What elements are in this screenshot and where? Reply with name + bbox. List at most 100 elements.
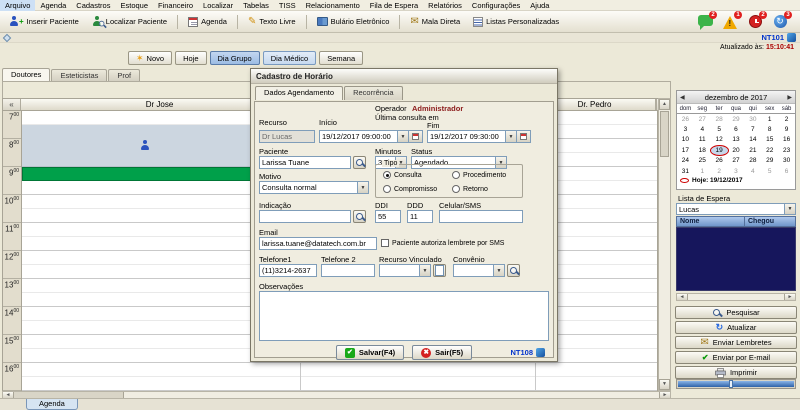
calendar-day[interactable]: 9 (778, 125, 795, 134)
telefone1-field[interactable] (259, 264, 317, 277)
calendar-day[interactable]: 29 (761, 156, 778, 165)
tab-doutores[interactable]: Doutores (2, 68, 50, 81)
calendar-day[interactable]: 22 (761, 146, 778, 155)
menu-item[interactable]: Relacionamento (301, 0, 365, 11)
telefone2-field[interactable] (321, 264, 375, 277)
calendar-day[interactable]: 7 (744, 125, 761, 134)
celular-field[interactable] (439, 210, 523, 223)
vertical-scroll-thumb[interactable] (660, 111, 669, 157)
send-email-button[interactable]: ✔ Enviar por E-mail (675, 351, 797, 364)
insert-patient-button[interactable]: + Inserir Paciente (4, 14, 84, 30)
calendar-day[interactable]: 16 (778, 135, 795, 144)
radio-icon[interactable] (452, 171, 460, 179)
send-reminders-button[interactable]: ✉ Enviar Lembretes (675, 336, 797, 349)
calendar-day[interactable]: 8 (761, 125, 778, 134)
day-doctor-button[interactable]: Dia Médico (263, 51, 317, 65)
calendar-day[interactable]: 6 (778, 167, 795, 176)
chevron-down-icon[interactable]: ▼ (505, 131, 516, 142)
agenda-button[interactable]: Agenda (183, 14, 232, 30)
day-group-button[interactable]: Dia Grupo (210, 51, 260, 65)
sms-authorization-checkbox[interactable]: Paciente autoriza lembrete por SMS (381, 239, 504, 247)
menu-item[interactable]: Estoque (115, 0, 153, 11)
mail-merge-button[interactable]: ✉ Mala Direta (405, 14, 465, 30)
locate-patient-button[interactable]: Localizar Paciente (87, 14, 172, 30)
menu-item[interactable]: Arquivo (0, 0, 35, 11)
search-button[interactable]: Pesquisar (675, 306, 797, 319)
menu-item[interactable]: Agenda (35, 0, 71, 11)
calendar-day[interactable]: 4 (694, 125, 711, 134)
chevron-down-icon[interactable]: ▼ (493, 265, 504, 276)
calendar-day[interactable]: 10 (677, 135, 694, 144)
calendar-day[interactable]: 1 (761, 115, 778, 124)
radio-icon[interactable] (452, 185, 460, 193)
menu-item[interactable]: TISS (274, 0, 301, 11)
chat-notification-button[interactable]: 2 (697, 14, 713, 29)
new-button[interactable]: ✶ Novo (128, 51, 172, 65)
radio-procedimento[interactable]: Procedimento (452, 171, 506, 179)
wait-list-body[interactable] (676, 227, 796, 291)
inicio-calendar-button[interactable] (408, 131, 422, 142)
tab-esteticistas[interactable]: Esteticistas (51, 69, 107, 81)
calendar-day[interactable]: 20 (728, 146, 745, 155)
scroll-columns-left-button[interactable]: « (3, 99, 21, 110)
print-button[interactable]: Imprimir (675, 366, 797, 379)
calendar-day[interactable]: 6 (728, 125, 745, 134)
calendar-day[interactable]: 28 (711, 115, 728, 124)
today-button[interactable]: Hoje (175, 51, 206, 65)
menu-item[interactable]: Configurações (467, 0, 525, 11)
exit-button[interactable]: ✖ Sair(F5) (412, 345, 472, 360)
ddi-field[interactable] (375, 210, 401, 223)
zoom-slider[interactable] (676, 379, 796, 389)
calendar-day[interactable]: 27 (728, 156, 745, 165)
paciente-field[interactable] (259, 156, 351, 169)
wait-list-col-nome[interactable]: Nome (677, 217, 745, 226)
tab-dados-agendamento[interactable]: Dados Agendamento (255, 86, 343, 100)
calendar-next-button[interactable]: ▶ (787, 94, 792, 101)
calendar-day[interactable]: 21 (744, 146, 761, 155)
chevron-down-icon[interactable]: ▼ (419, 265, 430, 276)
calendar-day[interactable]: 5 (711, 125, 728, 134)
convenio-combo[interactable]: ▼ (453, 264, 505, 277)
radio-compromisso[interactable]: Compromisso (383, 185, 437, 193)
calendar-day[interactable]: 17 (677, 146, 694, 155)
clock-notification-button[interactable]: 2 (747, 14, 763, 29)
bulario-button[interactable]: Bulário Eletrônico (312, 14, 395, 30)
menu-item[interactable]: Cadastros (71, 0, 115, 11)
calendar-day[interactable]: 25 (694, 156, 711, 165)
calendar-day[interactable]: 26 (711, 156, 728, 165)
tab-recorrencia[interactable]: Recorrência (344, 86, 402, 100)
menu-item[interactable]: Relatórios (423, 0, 467, 11)
menu-item[interactable]: Ajuda (525, 0, 554, 11)
wait-list-scroll-left[interactable]: ◄ (677, 294, 688, 300)
statusbar-tab-agenda[interactable]: Agenda (26, 399, 78, 410)
wait-list-scroll-right[interactable]: ► (784, 294, 795, 300)
calendar-day[interactable]: 30 (744, 115, 761, 124)
scroll-up-button[interactable]: ▲ (659, 99, 670, 110)
calendar-day[interactable]: 13 (728, 135, 745, 144)
week-button[interactable]: Semana (319, 51, 363, 65)
nt-help-icon[interactable] (536, 348, 545, 357)
calendar-day[interactable]: 31 (677, 167, 694, 176)
menu-item[interactable]: Fila de Espera (365, 0, 423, 11)
ddd-field[interactable] (407, 210, 433, 223)
indicacao-field[interactable] (259, 210, 351, 223)
radio-icon[interactable] (383, 185, 391, 193)
checkbox-icon[interactable] (381, 239, 389, 247)
calendar-day[interactable]: 26 (677, 115, 694, 124)
calendar-day[interactable]: 3 (728, 167, 745, 176)
save-button[interactable]: ✔ Salvar(F4) (336, 345, 404, 360)
menu-item[interactable]: Localizar (198, 0, 238, 11)
calendar-day[interactable]: 1 (694, 167, 711, 176)
calendar-day[interactable]: 2 (711, 167, 728, 176)
calendar-day[interactable]: 18 (694, 146, 711, 155)
tab-prof[interactable]: Prof (108, 69, 140, 81)
recurso-vinculado-doc-button[interactable] (433, 264, 446, 277)
chevron-down-icon[interactable]: ▼ (397, 131, 408, 142)
calendar-day[interactable]: 3 (677, 125, 694, 134)
calendar-day[interactable]: 2 (778, 115, 795, 124)
radio-consulta[interactable]: Consulta (383, 171, 422, 179)
refresh-button[interactable]: ↻ Atualizar (675, 321, 797, 334)
calendar-day[interactable]: 23 (778, 146, 795, 155)
calendar-day[interactable]: 12 (711, 135, 728, 144)
menu-item[interactable]: Tabelas (238, 0, 274, 11)
